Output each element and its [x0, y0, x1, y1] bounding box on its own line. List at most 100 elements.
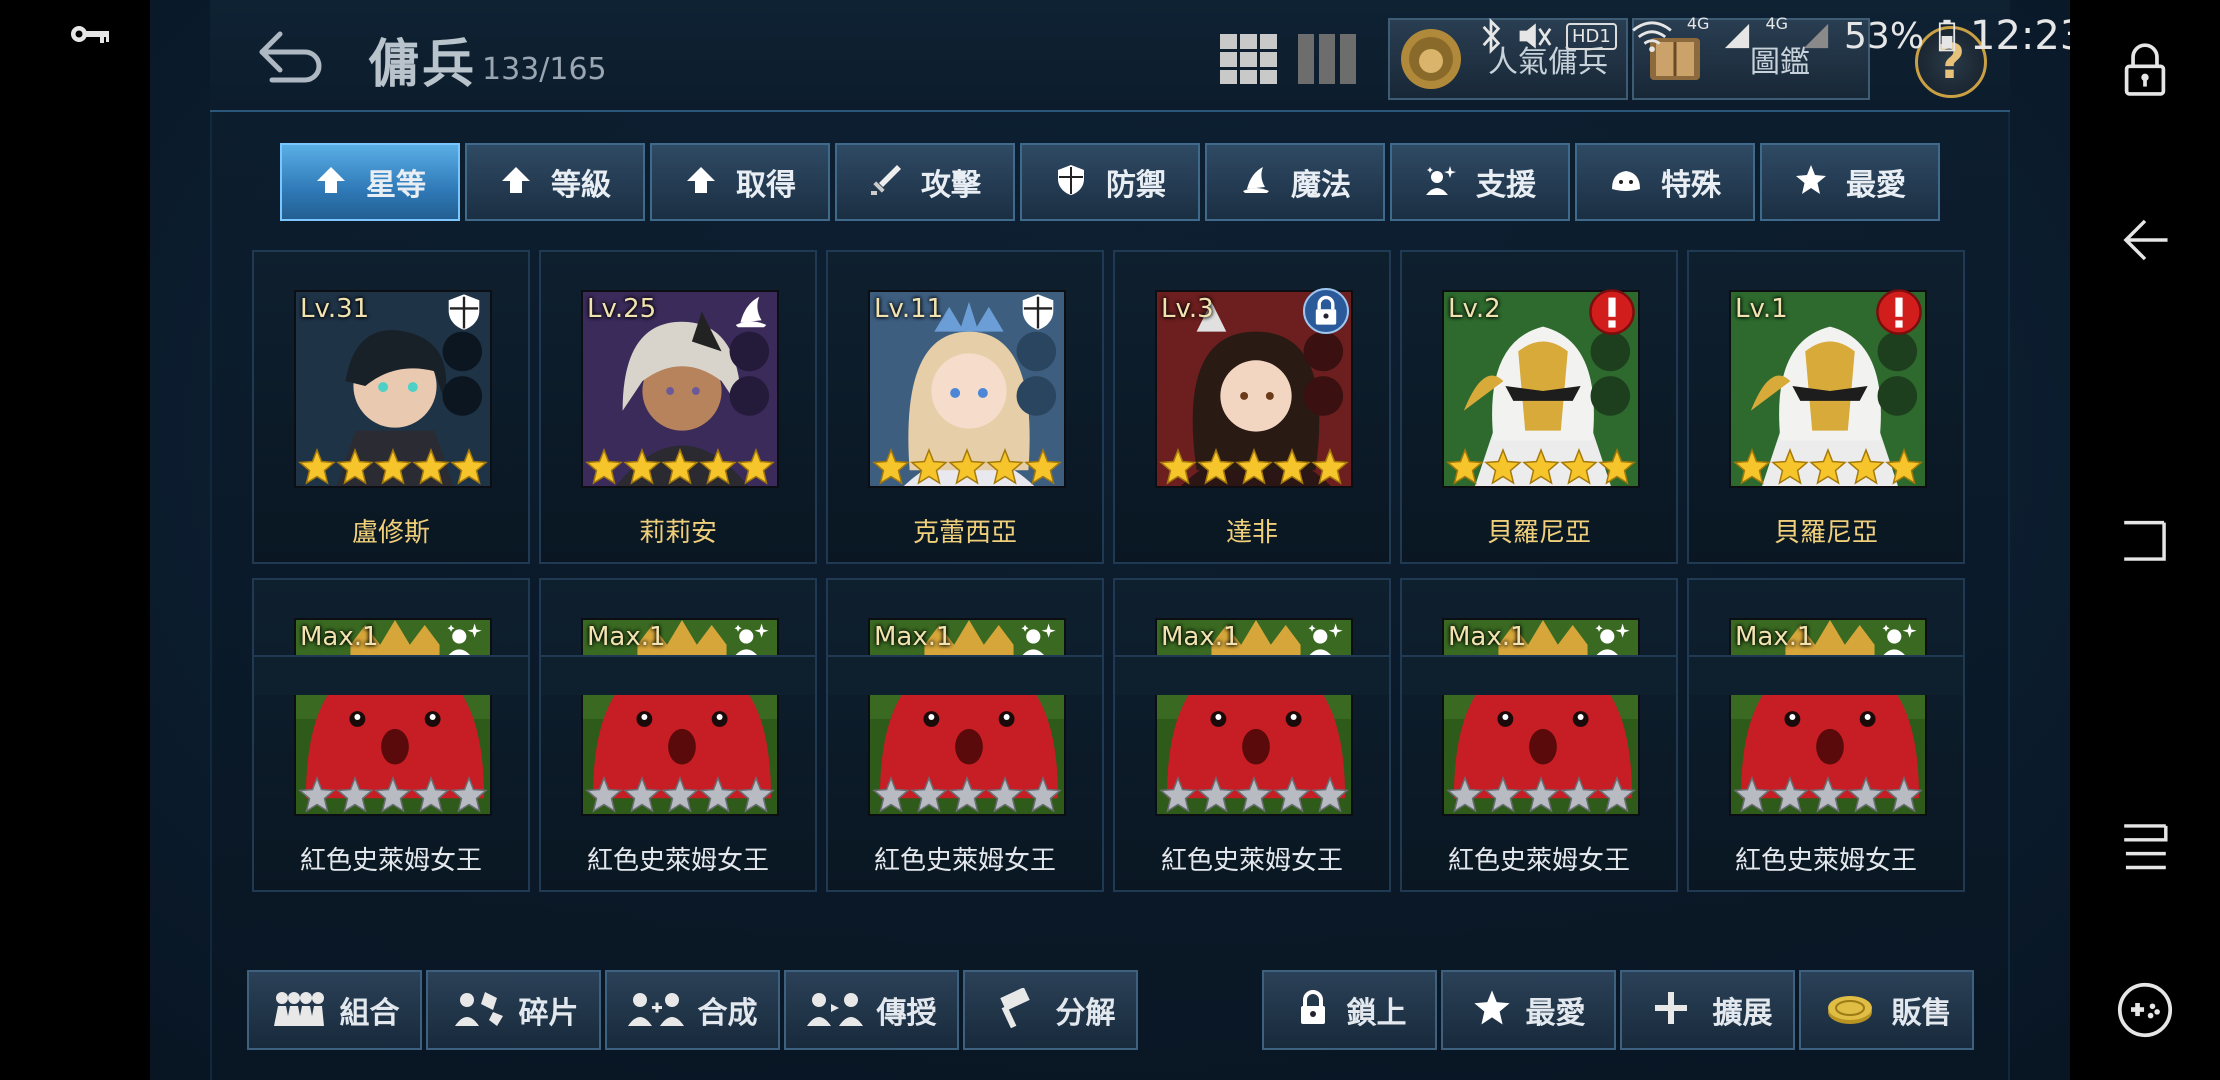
tab-1[interactable]: 等級 [465, 143, 645, 221]
mercenary-card[interactable]: Lv.3 達非 [1113, 250, 1391, 564]
mercenary-card[interactable]: Lv.1 貝羅尼亞 [1687, 250, 1965, 564]
star-rating [585, 447, 775, 486]
tab-6[interactable]: 支援 [1390, 143, 1570, 221]
alert-icon [1875, 288, 1923, 336]
battery-icon [1938, 19, 1956, 52]
star-icon [1522, 447, 1560, 486]
star-icon [948, 775, 986, 814]
card-level: Lv.2 [1448, 294, 1501, 324]
padlock-icon [2124, 43, 2166, 96]
mercenary-card[interactable]: Max.1 紅色史萊姆女王 [539, 578, 817, 892]
tab-2[interactable]: 取得 [650, 143, 830, 221]
mercenary-card-partial[interactable] [252, 655, 530, 695]
mercenary-card-partial[interactable] [1113, 655, 1391, 695]
back-button[interactable] [250, 22, 330, 92]
star-icon [737, 447, 775, 486]
tab-4[interactable]: 防禦 [1020, 143, 1200, 221]
hd-voice-badge: HD1 [1566, 22, 1617, 50]
game-tools-button[interactable] [2115, 980, 2175, 1040]
star-icon [1446, 775, 1484, 814]
nav-recents-button[interactable] [2115, 815, 2175, 875]
bottom-left-actions: 組合 碎片 合成 傳授 分解 [247, 970, 1138, 1050]
star-icon [872, 775, 910, 814]
action-label: 分解 [1055, 996, 1116, 1031]
slime-icon [1609, 163, 1643, 201]
star-icon [948, 447, 986, 486]
star-icon [1794, 163, 1828, 201]
battery-percent: 53% [1844, 15, 1925, 57]
mercenary-card-partial[interactable] [1400, 655, 1678, 695]
mercenary-card[interactable]: Max.1 紅色史萊姆女王 [252, 578, 530, 892]
merge-button[interactable]: 合成 [605, 970, 780, 1050]
star-icon [910, 447, 948, 486]
mercenary-card[interactable]: Max.1 紅色史萊姆女王 [1400, 578, 1678, 892]
star-icon [1197, 775, 1235, 814]
coin-button[interactable]: 販售 [1799, 970, 1974, 1050]
shield-icon [444, 292, 484, 332]
star-icon [699, 775, 737, 814]
transfer-button[interactable]: 傳授 [784, 970, 959, 1050]
arrow-up-icon [499, 163, 533, 201]
action-label: 鎖上 [1346, 996, 1407, 1031]
list-view-icon[interactable] [1298, 34, 1356, 84]
star-icon [623, 775, 661, 814]
tab-label: 最愛 [1846, 168, 1906, 203]
merge-icon [627, 988, 684, 1032]
star-icon [1472, 988, 1512, 1032]
star-icon [450, 447, 488, 486]
fragment-button[interactable]: 碎片 [426, 970, 601, 1050]
tab-5[interactable]: 魔法 [1205, 143, 1385, 221]
mercenary-card[interactable]: Lv.2 貝羅尼亞 [1400, 250, 1678, 564]
mercenary-card[interactable]: Max.1 紅色史萊姆女王 [826, 578, 1104, 892]
tab-0[interactable]: 星等 [280, 143, 460, 221]
star-icon [1733, 447, 1771, 486]
star-icon [1159, 775, 1197, 814]
lock-button[interactable]: 鎖上 [1262, 970, 1437, 1050]
tab-label: 防禦 [1106, 168, 1166, 203]
signal-icon-1 [1725, 23, 1750, 49]
mercenary-card[interactable]: Lv.11 克蕾西亞 [826, 250, 1104, 564]
star-icon [1273, 447, 1311, 486]
mercenary-card-partial[interactable] [826, 655, 1104, 695]
signal-icon-2 [1803, 23, 1829, 49]
nav-back-button[interactable] [2115, 210, 2175, 270]
tab-3[interactable]: 攻擊 [835, 143, 1015, 221]
tab-8[interactable]: 最愛 [1760, 143, 1940, 221]
star-rating [298, 447, 488, 486]
card-level: Lv.1 [1735, 294, 1788, 324]
mercenary-card[interactable]: Lv.25 莉莉安 [539, 250, 817, 564]
support-icon [1305, 620, 1345, 660]
mercenary-card-partial[interactable] [1687, 655, 1965, 695]
star-icon [1598, 775, 1636, 814]
tab-label: 特殊 [1661, 168, 1721, 203]
tab-label: 星等 [366, 168, 426, 203]
mercenary-card[interactable]: Lv.31 盧修斯 [252, 250, 530, 564]
clock: 12:23 [1970, 13, 2086, 59]
large-grid-view-icon[interactable] [1220, 34, 1278, 84]
mercenary-card-partial[interactable] [539, 655, 817, 695]
hammer-icon [986, 987, 1042, 1032]
card-level: Lv.3 [1161, 294, 1214, 324]
plus-button[interactable]: 擴展 [1620, 970, 1795, 1050]
star-icon [374, 447, 412, 486]
star-icon [623, 447, 661, 486]
coin-icon [1822, 988, 1878, 1032]
mercenary-card[interactable]: Max.1 紅色史萊姆女王 [1113, 578, 1391, 892]
support-icon [1018, 620, 1058, 660]
screen-lock-button[interactable] [2115, 40, 2175, 100]
card-name: 紅色史萊姆女王 [1447, 846, 1630, 876]
tab-label: 魔法 [1291, 168, 1351, 203]
hammer-button[interactable]: 分解 [963, 970, 1138, 1050]
star-icon [1809, 775, 1847, 814]
star-rating [1733, 775, 1923, 814]
mercenary-card[interactable]: Max.1 紅色史萊姆女王 [1687, 578, 1965, 892]
star-button[interactable]: 最愛 [1441, 970, 1616, 1050]
nav-home-button[interactable] [2115, 510, 2175, 570]
tab-7[interactable]: 特殊 [1575, 143, 1755, 221]
star-rating [1446, 447, 1636, 486]
card-name: 貝羅尼亞 [1486, 518, 1591, 548]
star-icon [1885, 775, 1923, 814]
star-icon [298, 775, 336, 814]
card-name: 紅色史萊姆女王 [586, 846, 769, 876]
team-button[interactable]: 組合 [247, 970, 422, 1050]
